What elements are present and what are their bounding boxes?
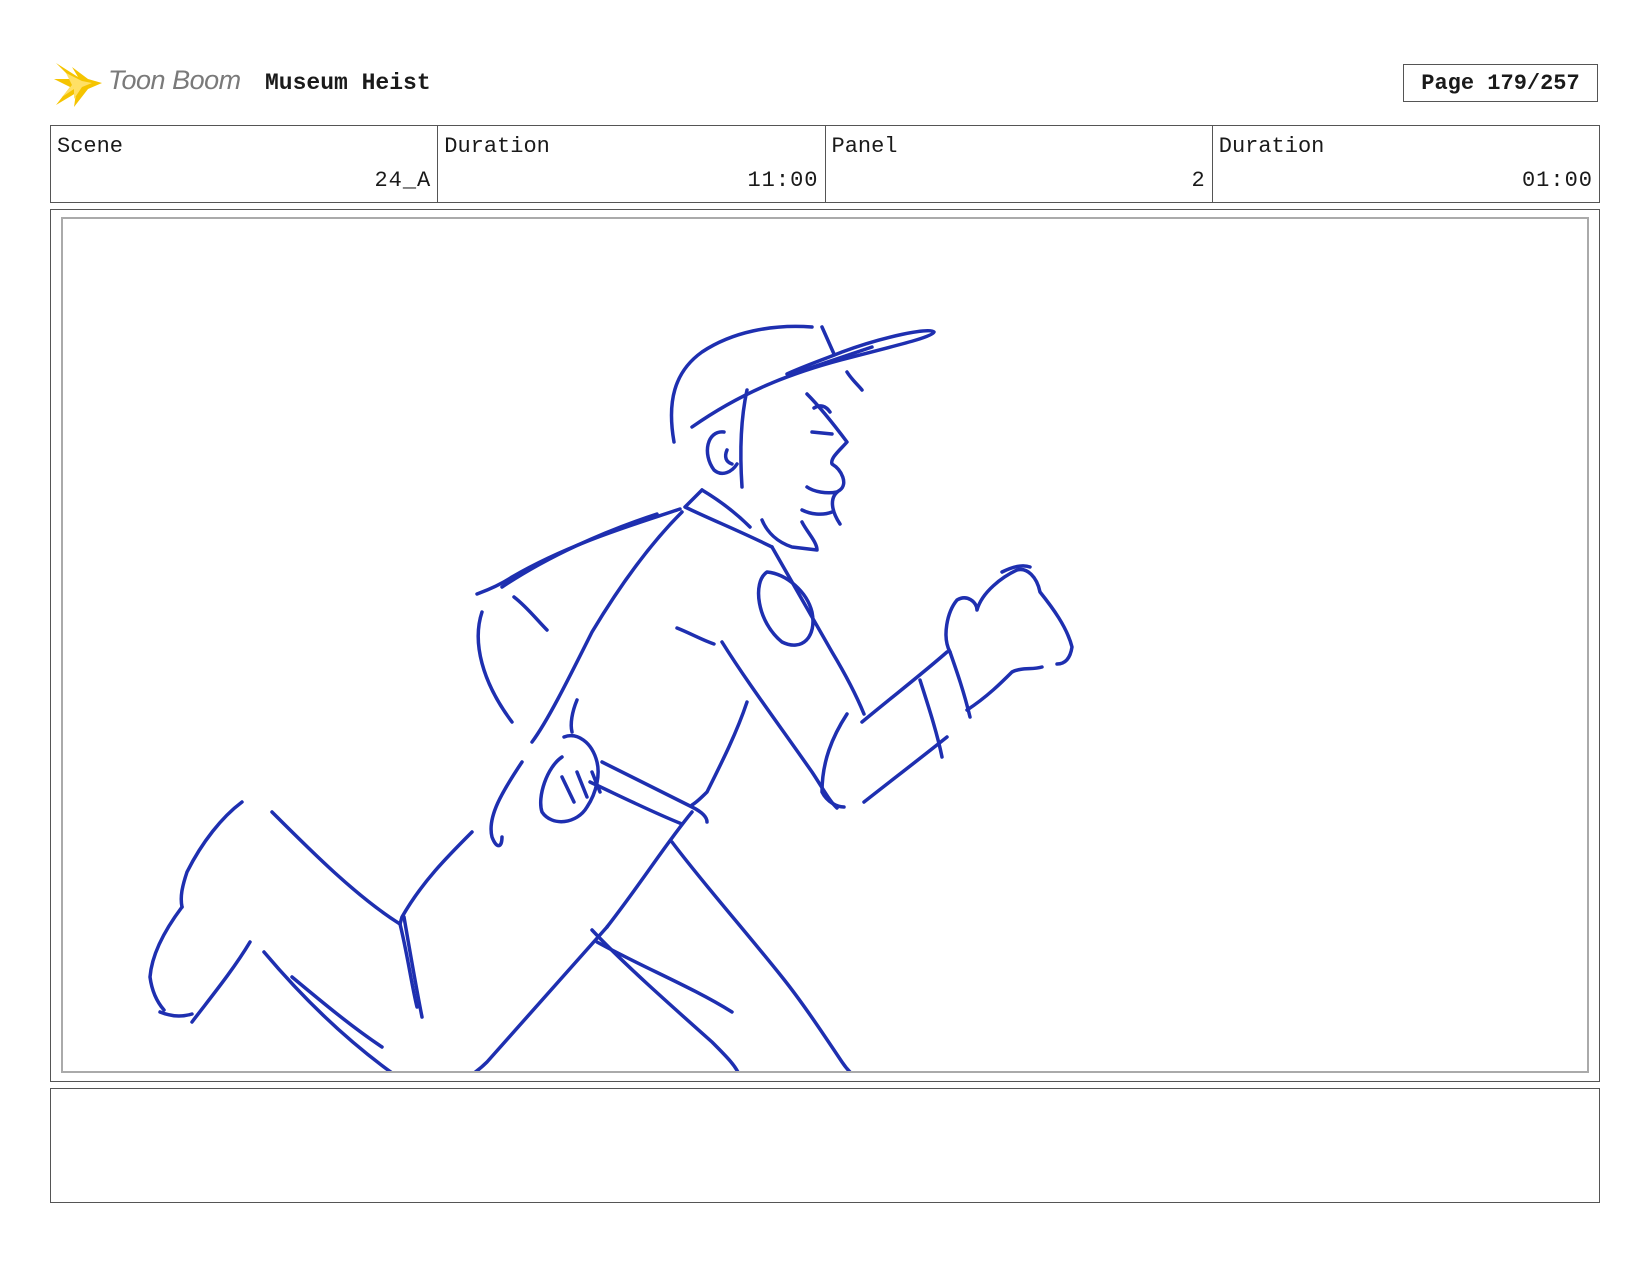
project-title: Museum Heist [265, 70, 431, 96]
toon-boom-star-icon [54, 63, 102, 107]
panel-duration-cell: Duration 01:00 [1213, 126, 1599, 202]
panel-notes-box [50, 1088, 1600, 1203]
panel-duration-label: Duration [1218, 134, 1325, 159]
panel-label: Panel [831, 134, 898, 159]
scene-info-row: Scene 24_A Duration 11:00 Panel 2 Durati… [50, 125, 1600, 203]
running-man-sketch [148, 324, 1074, 1071]
scene-label: Scene [57, 134, 124, 159]
panel-cell: Panel 2 [826, 126, 1213, 202]
logo-wordmark: Toon Boom [108, 65, 241, 95]
scene-duration-label: Duration [444, 134, 550, 159]
panel-duration-value: 01:00 [1521, 168, 1593, 193]
page-indicator: Page 179/257 [1403, 64, 1598, 102]
panel-image-area [61, 217, 1589, 1073]
toon-boom-logo: Toon Boom [52, 57, 252, 113]
scene-duration-value: 11:00 [747, 168, 819, 193]
scene-cell: Scene 24_A [51, 126, 439, 202]
scene-duration-cell: Duration 11:00 [438, 126, 826, 202]
panel-value: 2 [1191, 168, 1206, 193]
scene-value: 24_A [374, 168, 432, 193]
